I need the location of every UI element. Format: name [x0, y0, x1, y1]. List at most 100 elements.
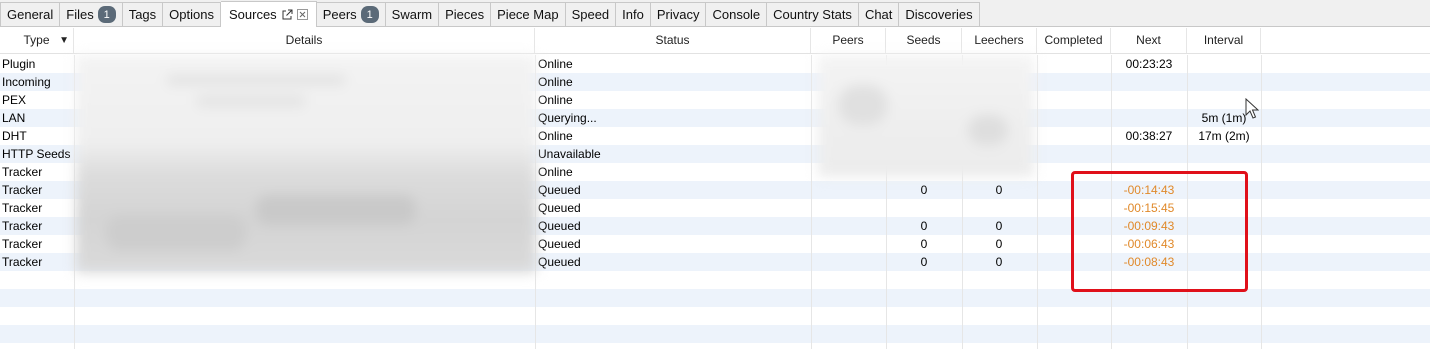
type-cell: DHT: [2, 129, 27, 143]
next-cell: [1111, 73, 1187, 91]
empty-row: [0, 343, 1430, 361]
redacted-peers-area: [818, 55, 1034, 177]
tab-pieces[interactable]: Pieces: [439, 2, 492, 26]
tab-chat[interactable]: Chat: [858, 2, 900, 26]
column-header-label: Next: [1136, 33, 1161, 47]
leechers-cell: 0: [995, 255, 1003, 269]
tab-privacy[interactable]: Privacy: [650, 2, 707, 26]
interval-cell: [1187, 145, 1261, 163]
count-badge: 1: [360, 6, 379, 23]
status-cell: Querying...: [538, 111, 597, 125]
column-header-leechers[interactable]: Leechers: [962, 28, 1037, 53]
next-cell: 00:23:23: [1125, 57, 1173, 71]
leechers-cell: [962, 199, 1036, 217]
column-header-interval[interactable]: Interval: [1187, 28, 1261, 53]
tab-label: Country Stats: [773, 7, 852, 22]
next-cell: [1111, 145, 1187, 163]
column-header-peers[interactable]: Peers: [811, 28, 886, 53]
tab-label: Peers: [322, 7, 357, 22]
tab-list: General Files 1 Tags Options Sources Peers 1 Swa…: [0, 1, 980, 27]
seeds-cell: 0: [920, 237, 928, 251]
status-cell: Online: [538, 93, 573, 107]
column-divider: [1037, 55, 1038, 349]
close-icon[interactable]: [296, 9, 308, 20]
tab-label: Console: [712, 7, 761, 22]
type-cell: Tracker: [2, 165, 43, 179]
tab-label: Pieces: [445, 7, 485, 22]
column-header-label: Seeds: [906, 33, 941, 47]
column-header-label: Completed: [1044, 33, 1103, 47]
column-header-label: Interval: [1203, 33, 1244, 47]
column-header-label: Peers: [832, 33, 864, 47]
column-header-details[interactable]: Details: [74, 28, 535, 53]
tab-peers[interactable]: Peers 1: [316, 2, 386, 26]
next-cell: [1111, 91, 1187, 109]
leechers-cell: 0: [995, 219, 1003, 233]
count-badge: 1: [97, 6, 116, 23]
column-header-status[interactable]: Status: [535, 28, 811, 53]
type-cell: Tracker: [2, 183, 43, 197]
tab-swarm[interactable]: Swarm: [385, 2, 440, 26]
seeds-cell: 0: [920, 255, 928, 269]
tab-label: Chat: [864, 7, 893, 22]
leechers-cell: 0: [995, 183, 1003, 197]
type-cell: Plugin: [2, 57, 36, 71]
tab-tags[interactable]: Tags: [122, 2, 164, 26]
empty-row: [0, 325, 1430, 343]
tab-info[interactable]: Info: [616, 2, 651, 26]
tab-piece-map[interactable]: Piece Map: [491, 2, 566, 26]
column-header-label: Leechers: [974, 33, 1024, 47]
column-header-label: Details: [285, 33, 323, 47]
column-header-label: Type: [23, 33, 50, 47]
seeds-cell: 0: [920, 219, 928, 233]
column-header-completed[interactable]: Completed: [1037, 28, 1111, 53]
type-cell: Tracker: [2, 255, 43, 269]
tab-console[interactable]: Console: [706, 2, 768, 26]
tab-bar: General Files 1 Tags Options Sources Peers 1 Swa…: [0, 0, 1430, 27]
mouse-cursor-icon: [1245, 97, 1260, 123]
column-header-seeds[interactable]: Seeds: [886, 28, 962, 53]
tab-label: Info: [622, 7, 644, 22]
type-cell: LAN: [2, 111, 26, 125]
tab-label: Discoveries: [905, 7, 973, 22]
interval-cell: [1187, 73, 1261, 91]
tab-label: Speed: [571, 7, 610, 22]
status-cell: Queued: [538, 237, 581, 251]
type-cell: Tracker: [2, 201, 43, 215]
status-cell: Online: [538, 75, 573, 89]
type-cell: HTTP Seeds: [2, 147, 71, 161]
tab-discoveries[interactable]: Discoveries: [899, 2, 980, 26]
tab-general[interactable]: General: [0, 2, 61, 26]
column-header-next[interactable]: Next: [1111, 28, 1187, 53]
leechers-cell: 0: [995, 237, 1003, 251]
interval-cell: [1187, 55, 1261, 73]
highlight-annotation-box: [1071, 171, 1248, 292]
table-header: Type ▼ Details Status Peers Seeds Leeche…: [0, 28, 1430, 54]
status-cell: Queued: [538, 219, 581, 233]
status-cell: Online: [538, 165, 573, 179]
tab-label: General: [7, 7, 54, 22]
tab-label: Files: [66, 7, 94, 22]
tab-country-stats[interactable]: Country Stats: [767, 2, 859, 26]
popout-icon[interactable]: [281, 9, 293, 21]
status-cell: Queued: [538, 201, 581, 215]
tab-label: Privacy: [656, 7, 700, 22]
status-cell: Online: [538, 57, 573, 71]
tab-sources[interactable]: Sources: [220, 1, 317, 27]
tab-label: Tags: [128, 7, 157, 22]
tab-label: Sources: [228, 7, 277, 22]
tab-speed[interactable]: Speed: [565, 2, 617, 26]
tab-label: Swarm: [391, 7, 433, 22]
type-cell: PEX: [2, 93, 27, 107]
column-divider: [1261, 55, 1262, 349]
type-cell: Incoming: [2, 75, 51, 89]
type-cell: Tracker: [2, 237, 43, 251]
next-cell: 00:38:27: [1125, 129, 1173, 143]
column-divider: [811, 55, 812, 349]
next-cell: [1111, 109, 1187, 127]
type-cell: Tracker: [2, 219, 43, 233]
tab-files[interactable]: Files 1: [60, 2, 123, 26]
interval-cell: 17m (2m): [1198, 129, 1250, 143]
tab-options[interactable]: Options: [163, 2, 221, 26]
column-header-type[interactable]: Type ▼: [0, 28, 74, 53]
